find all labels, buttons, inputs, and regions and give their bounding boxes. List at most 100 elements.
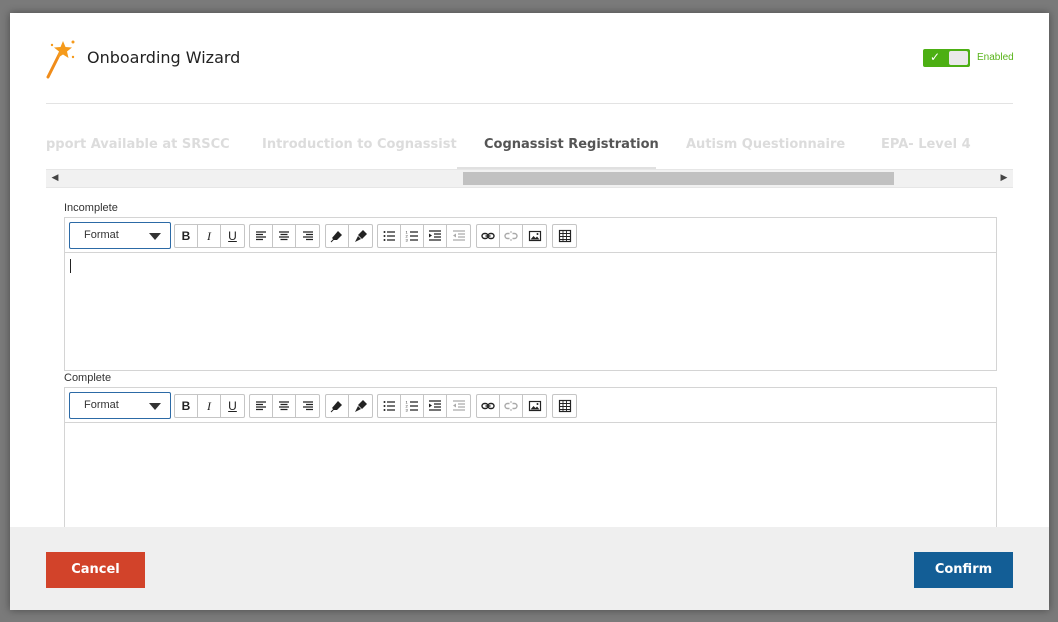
align-right-icon (302, 401, 313, 411)
tab-support-available[interactable]: pport Available at SRSCC (46, 137, 230, 152)
outdent-button[interactable] (447, 395, 470, 417)
tab-cognassist-registration[interactable]: Cognassist Registration (484, 137, 659, 152)
dialog-title: Onboarding Wizard (87, 48, 241, 67)
toggle-label: Enabled (977, 52, 1014, 63)
align-left-button[interactable] (250, 395, 273, 417)
link-image-group (476, 224, 547, 248)
format-painter-group (325, 224, 373, 248)
insert-image-button[interactable] (523, 225, 546, 247)
clear-format-button[interactable] (326, 225, 349, 247)
numbered-list-button[interactable]: 123 (401, 225, 424, 247)
bulleted-list-icon (383, 401, 395, 411)
scroll-right-arrow-icon[interactable]: ▶ (995, 170, 1013, 187)
paint-brush-icon (354, 400, 367, 412)
italic-button[interactable]: I (198, 225, 221, 247)
align-right-button[interactable] (296, 225, 319, 247)
format-dropdown[interactable]: Format (69, 222, 171, 249)
table-group (552, 224, 577, 248)
checkmark-icon: ✓ (930, 50, 941, 64)
insert-table-button[interactable] (553, 395, 576, 417)
chevron-down-icon (149, 233, 161, 240)
table-group (552, 394, 577, 418)
indent-button[interactable] (424, 225, 447, 247)
align-center-icon (279, 231, 289, 241)
align-center-button[interactable] (273, 225, 296, 247)
magic-wand-icon (46, 40, 75, 79)
insert-link-button[interactable] (477, 225, 500, 247)
list-indent-group: 123 (377, 224, 471, 248)
header-divider (46, 103, 1013, 104)
scrollbar-thumb[interactable] (463, 172, 894, 185)
format-painter-button[interactable] (349, 225, 372, 247)
indent-icon (429, 400, 441, 411)
text-style-group: B I U (174, 224, 245, 248)
complete-editor: Format B I U 123 (64, 387, 997, 541)
insert-link-button[interactable] (477, 395, 500, 417)
format-dropdown[interactable]: Format (69, 392, 171, 419)
numbered-list-button[interactable]: 123 (401, 395, 424, 417)
insert-image-button[interactable] (523, 395, 546, 417)
svg-text:3: 3 (406, 238, 409, 243)
image-icon (528, 400, 541, 412)
align-left-icon (256, 401, 266, 411)
enabled-toggle[interactable]: ✓ (923, 49, 970, 67)
incomplete-label: Incomplete (64, 202, 118, 214)
list-indent-group: 123 (377, 394, 471, 418)
link-icon (481, 402, 495, 410)
text-style-group: B I U (174, 394, 245, 418)
align-left-icon (256, 231, 266, 241)
dialog-footer (10, 527, 1049, 610)
unlink-button[interactable] (500, 225, 523, 247)
outdent-icon (452, 230, 465, 241)
numbered-list-icon: 123 (406, 230, 418, 243)
incomplete-editor: Format B I U 123 (64, 217, 997, 371)
link-icon (481, 232, 495, 240)
underline-button[interactable]: U (221, 395, 244, 417)
bulleted-list-button[interactable] (378, 225, 401, 247)
insert-table-button[interactable] (553, 225, 576, 247)
image-icon (528, 230, 541, 242)
align-right-icon (302, 231, 313, 241)
align-left-button[interactable] (250, 225, 273, 247)
link-image-group (476, 394, 547, 418)
editor-toolbar: Format B I U 123 (65, 388, 996, 423)
format-label: Format (84, 229, 119, 241)
underline-button[interactable]: U (221, 225, 244, 247)
numbered-list-icon: 123 (406, 400, 418, 413)
table-icon (558, 399, 571, 413)
wizard-tabs: pport Available at SRSCC Introduction to… (46, 127, 1013, 169)
tab-introduction-to-cognassist[interactable]: Introduction to Cognassist (262, 137, 457, 152)
align-center-icon (279, 401, 289, 411)
chevron-down-icon (149, 403, 161, 410)
complete-label: Complete (64, 372, 112, 384)
svg-text:3: 3 (406, 408, 409, 413)
clear-format-button[interactable] (326, 395, 349, 417)
tab-autism-questionnaire[interactable]: Autism Questionnaire (686, 137, 845, 152)
tab-epa-level-4[interactable]: EPA- Level 4 (881, 137, 971, 152)
italic-button[interactable]: I (198, 395, 221, 417)
bulleted-list-button[interactable] (378, 395, 401, 417)
incomplete-text-area[interactable] (65, 253, 996, 370)
format-painter-group (325, 394, 373, 418)
unlink-button[interactable] (500, 395, 523, 417)
cancel-button[interactable]: Cancel (46, 552, 145, 588)
alignment-group (249, 394, 320, 418)
tabs-scrollbar[interactable]: ◀ ▶ (46, 169, 1013, 188)
bold-button[interactable]: B (175, 395, 198, 417)
table-icon (558, 229, 571, 243)
outdent-icon (452, 400, 465, 411)
paint-brush-icon (354, 230, 367, 242)
alignment-group (249, 224, 320, 248)
format-label: Format (84, 399, 119, 411)
complete-text-area[interactable] (65, 423, 996, 540)
text-cursor (70, 259, 71, 273)
format-painter-button[interactable] (349, 395, 372, 417)
outdent-button[interactable] (447, 225, 470, 247)
align-center-button[interactable] (273, 395, 296, 417)
unlink-icon (504, 401, 518, 411)
bold-button[interactable]: B (175, 225, 198, 247)
confirm-button[interactable]: Confirm (914, 552, 1013, 588)
indent-button[interactable] (424, 395, 447, 417)
scroll-left-arrow-icon[interactable]: ◀ (46, 170, 64, 187)
align-right-button[interactable] (296, 395, 319, 417)
